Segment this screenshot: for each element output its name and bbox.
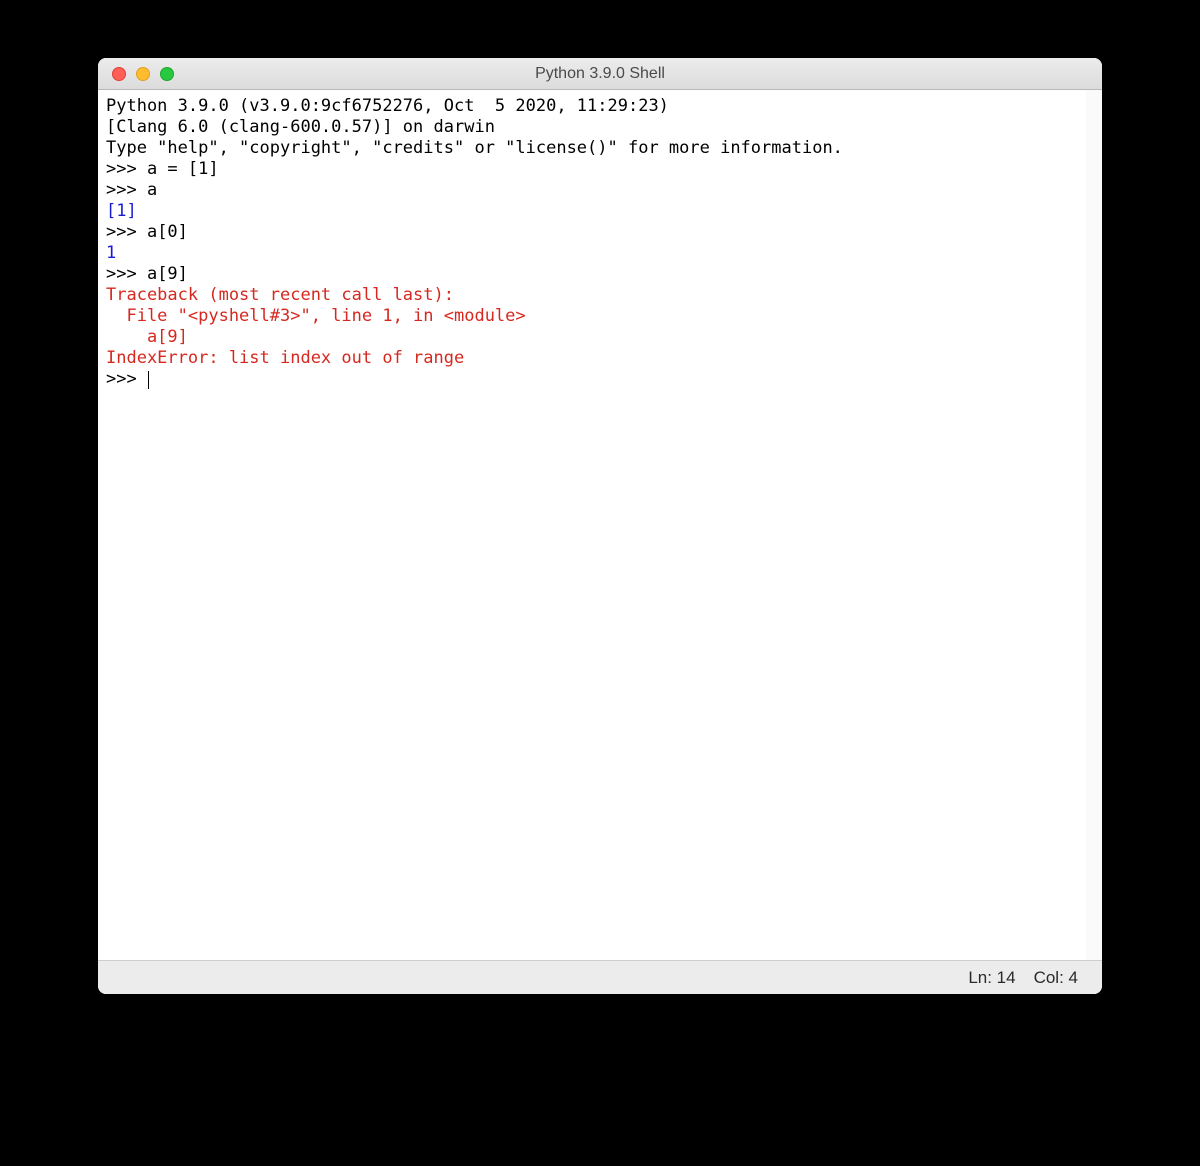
status-line-number: Ln: 14 [968, 968, 1015, 988]
window-controls [98, 67, 174, 81]
python-shell-window: Python 3.9.0 Shell Python 3.9.0 (v3.9.0:… [98, 58, 1102, 994]
status-col-number: Col: 4 [1034, 968, 1078, 988]
window-title: Python 3.9.0 Shell [98, 65, 1102, 83]
code-input: a [147, 180, 157, 200]
titlebar[interactable]: Python 3.9.0 Shell [98, 58, 1102, 90]
code-input: a[0] [147, 222, 188, 242]
text-cursor [148, 371, 149, 389]
shell-console[interactable]: Python 3.9.0 (v3.9.0:9cf6752276, Oct 5 2… [98, 90, 1102, 960]
output-line: [1] [106, 201, 137, 221]
banner-line: Type "help", "copyright", "credits" or "… [106, 138, 843, 158]
status-bar: Ln: 14 Col: 4 [98, 960, 1102, 994]
prompt: >>> [106, 159, 147, 179]
error-line: File "<pyshell#3>", line 1, in <module> [106, 306, 526, 326]
close-icon[interactable] [112, 67, 126, 81]
banner-line: Python 3.9.0 (v3.9.0:9cf6752276, Oct 5 2… [106, 96, 679, 116]
code-input: a = [1] [147, 159, 219, 179]
banner-line: [Clang 6.0 (clang-600.0.57)] on darwin [106, 117, 495, 137]
prompt: >>> [106, 222, 147, 242]
maximize-icon[interactable] [160, 67, 174, 81]
prompt: >>> [106, 369, 147, 389]
minimize-icon[interactable] [136, 67, 150, 81]
scrollbar-track[interactable] [1086, 90, 1102, 960]
prompt: >>> [106, 180, 147, 200]
code-input: a[9] [147, 264, 188, 284]
prompt: >>> [106, 264, 147, 284]
output-line: 1 [106, 243, 116, 263]
error-line: Traceback (most recent call last): [106, 285, 454, 305]
error-line: IndexError: list index out of range [106, 348, 464, 368]
error-line: a[9] [106, 327, 188, 347]
